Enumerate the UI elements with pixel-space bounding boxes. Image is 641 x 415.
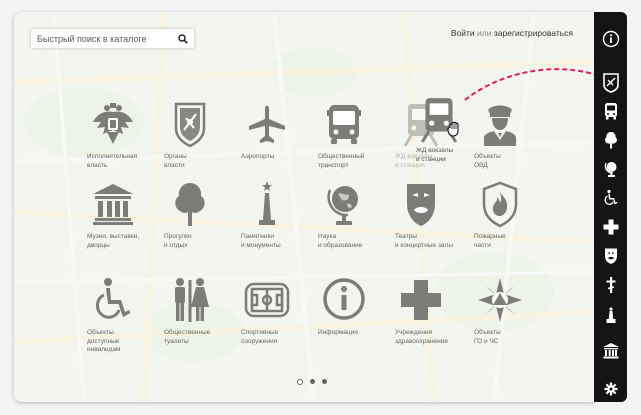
category-civil-defense[interactable]: Объекты ГО и ЧС [455,276,545,346]
rail-science[interactable] [594,156,627,182]
category-label: Учреждения здравоохранения [395,329,448,345]
rail-info[interactable] [594,26,627,52]
tree-icon [604,132,617,149]
globe-icon [327,186,358,225]
drag-ghost-label: ЖД вокзалы и станции [416,147,454,163]
church-cross-icon [606,277,615,293]
stadium-icon [244,282,290,318]
tree-icon [175,183,205,226]
airplane-icon [249,105,285,143]
monument-icon [259,181,275,225]
page-dot-3[interactable] [322,379,327,384]
rail-transport[interactable] [594,98,627,124]
page-dot-1[interactable] [297,379,303,385]
globe-icon [604,162,616,177]
catalog-panel: Войти или зарегистрироваться Исполнитель… [14,12,594,402]
drag-ghost-railway[interactable]: ЖД вокзалы и станции [394,94,484,164]
rail-theatres[interactable] [594,243,627,269]
rail-churches[interactable] [594,272,627,298]
rail-monuments[interactable] [594,302,627,328]
category-rail [594,12,627,402]
rail-museums[interactable] [594,338,627,364]
medical-cross-icon [603,219,618,235]
info-icon [602,30,619,48]
info-icon [323,278,365,320]
pagination [297,379,327,385]
wheelchair-icon [604,189,617,206]
rail-accessible[interactable] [594,185,627,211]
rail-healthcare[interactable] [594,214,627,240]
coat-of-arms-icon [93,103,133,144]
medical-cross-icon [401,280,441,320]
rail-authorities[interactable] [594,70,627,96]
rail-settings[interactable] [594,376,627,402]
museum-icon [602,343,619,359]
rail-parks[interactable] [594,127,627,153]
bus-icon [327,105,361,144]
category-label: Театры и концертные залы [395,233,454,249]
category-label: Пожарные части [474,233,506,249]
category-theatres[interactable]: Театры и концертные залы [376,180,466,250]
grab-hand-cursor-icon [447,121,459,137]
wheelchair-icon [95,278,131,319]
monument-icon [606,307,615,323]
page-dot-2[interactable] [310,379,315,384]
emblem-icon [602,73,619,93]
fire-shield-icon [482,181,518,228]
category-healthcare[interactable]: Учреждения здравоохранения [376,276,466,346]
category-grid: Исполнительная власть Органы власти Аэро… [14,12,594,402]
museum-icon [93,184,133,225]
civil-defense-icon [478,278,522,322]
gear-icon [604,382,617,396]
category-label: Объекты ГО и ЧС [474,329,501,345]
theatre-mask-icon [407,184,435,226]
theatre-mask-icon [604,248,617,264]
bus-icon [604,103,617,120]
shield-emblem-icon [174,102,206,148]
category-fire[interactable]: Пожарные части [455,180,545,250]
toilet-icon [175,278,209,322]
